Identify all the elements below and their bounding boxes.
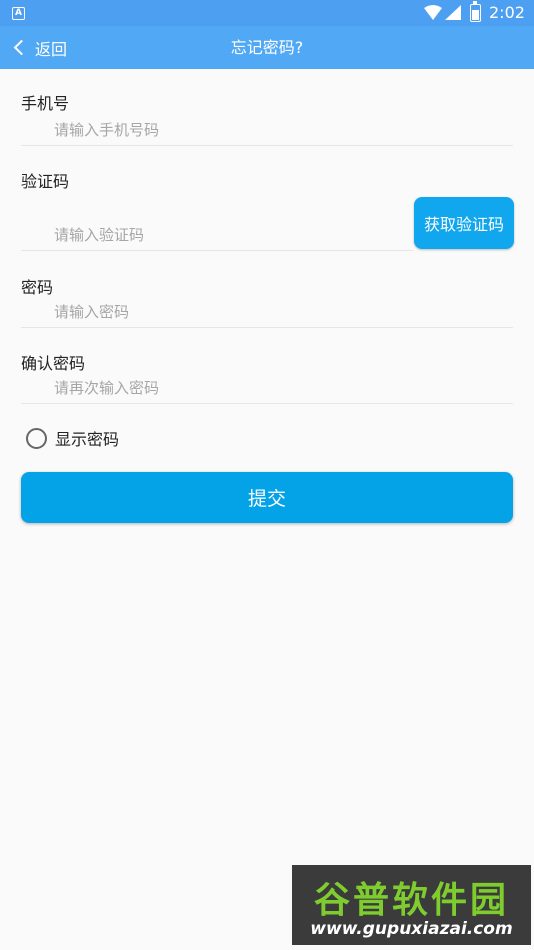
wifi-icon [424,5,442,20]
password-label: 密码 [21,278,54,297]
page-title: 忘记密码? [230,38,304,57]
radio-button[interactable] [26,427,47,449]
phone-input[interactable] [21,114,513,146]
submit-button[interactable]: 提交 [21,472,513,523]
get-code-button[interactable]: 获取验证码 [414,197,514,249]
phone-label: 手机号 [21,94,70,113]
confirm-password-input[interactable] [21,372,513,404]
signal-icon [445,5,461,20]
status-time: 2:02 [489,3,525,22]
app-bar: 返回 忘记密码? [0,26,534,69]
battery-icon [470,1,481,22]
code-input[interactable] [21,219,413,251]
confirm-password-label: 确认密码 [21,354,86,373]
show-password-label: 显示密码 [55,430,120,449]
status-bar: A 2:02 [0,0,534,26]
watermark-url: www.gupuxiazai.com [310,919,513,939]
watermark: 谷普软件园 www.gupuxiazai.com [292,865,531,945]
password-input[interactable] [21,296,513,328]
watermark-brand: 谷普软件园 [313,880,509,921]
show-password-toggle[interactable]: 显示密码 [26,426,119,450]
notification-icon: A [12,7,25,20]
code-label: 验证码 [21,172,70,191]
